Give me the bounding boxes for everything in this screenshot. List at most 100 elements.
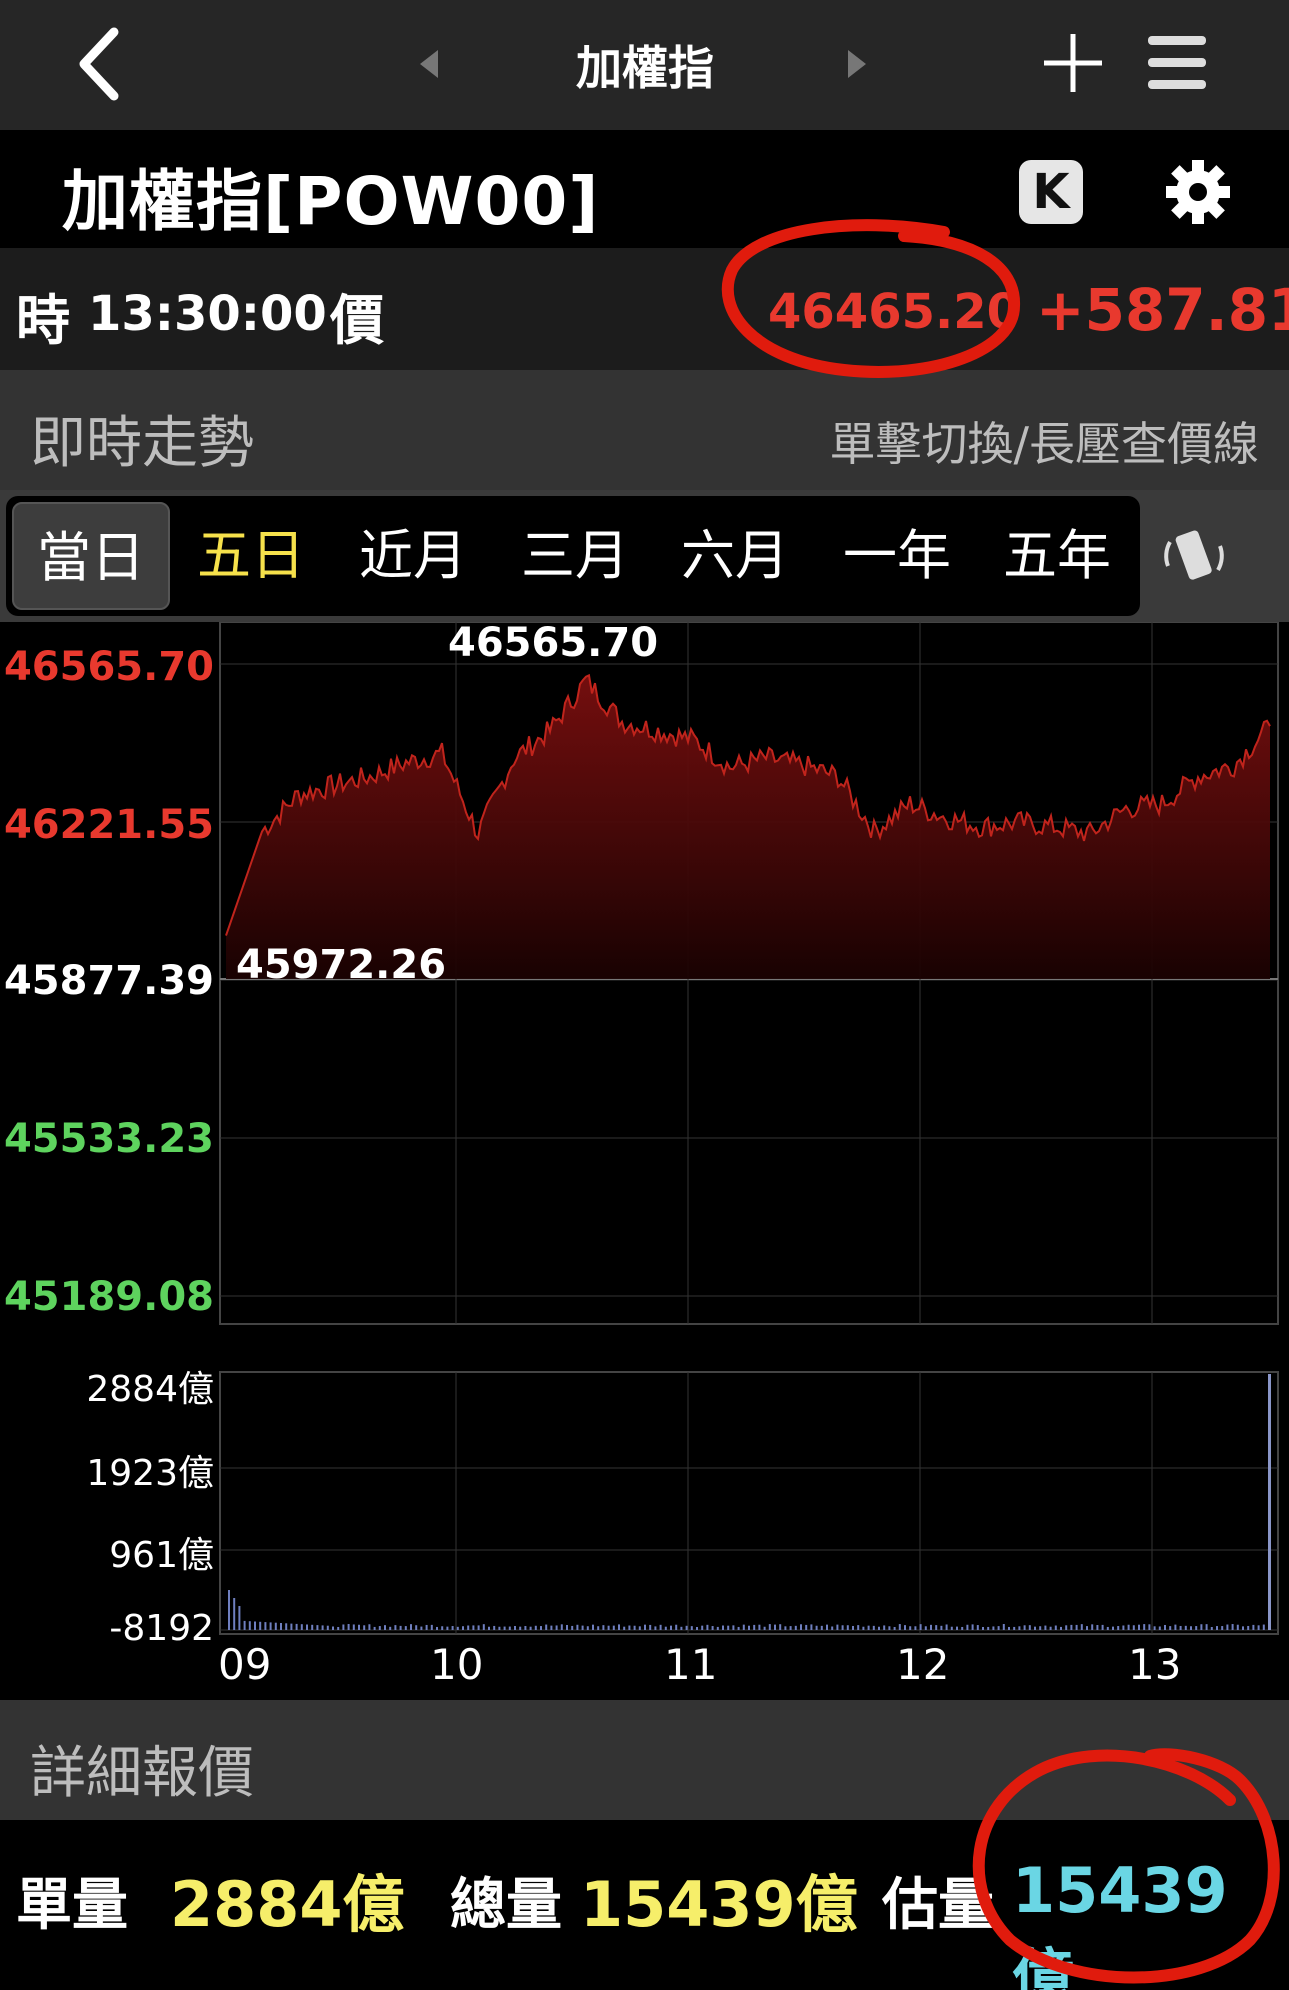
volume-bar (1127, 1624, 1130, 1630)
volume-bar (243, 1620, 246, 1630)
volume-bar (774, 1624, 776, 1630)
volume-bar (1226, 1624, 1229, 1630)
volume-bar (415, 1625, 418, 1630)
volume-bar (581, 1625, 584, 1630)
y-tick-label: 45877.39 (3, 958, 214, 1004)
volume-bar (280, 1623, 282, 1630)
volume-bar (659, 1624, 662, 1630)
tab-month[interactable]: 近月 (334, 502, 492, 610)
menu-icon[interactable] (1146, 32, 1208, 94)
volume-bar (966, 1624, 969, 1630)
volume-bar (1190, 1626, 1192, 1630)
volume-bar (1236, 1624, 1239, 1630)
volume-bar (358, 1624, 360, 1630)
volume-bar (810, 1624, 813, 1630)
volume-bar (477, 1625, 480, 1630)
next-symbol-icon[interactable] (848, 50, 866, 78)
tab-three-month[interactable]: 三月 (496, 502, 654, 610)
volume-bar (618, 1624, 620, 1630)
volume-bar (1132, 1625, 1135, 1630)
volume-bar (503, 1626, 506, 1630)
volume-bar (950, 1626, 953, 1630)
volume-bar (482, 1624, 485, 1630)
volume-bar (1179, 1625, 1182, 1630)
symbol-bar: 加權指[POW00] K (0, 130, 1289, 248)
volume-bar (789, 1626, 792, 1630)
volume-bar (638, 1626, 641, 1630)
volume-bar (1101, 1624, 1104, 1630)
volume-bar (436, 1626, 438, 1630)
volume-bar (898, 1624, 901, 1630)
volume-bar (285, 1623, 288, 1630)
tab-today[interactable]: 當日 (12, 502, 170, 610)
volume-bar (519, 1626, 522, 1630)
volume-bar (597, 1626, 600, 1630)
tab-five-day[interactable]: 五日 (172, 502, 330, 610)
volume-bar (1060, 1626, 1062, 1630)
gear-icon[interactable] (1164, 158, 1232, 226)
rotate-screen-icon[interactable] (1160, 522, 1228, 590)
volume-bar (430, 1624, 433, 1630)
y-tick-label: 45189.08 (3, 1274, 214, 1320)
nav-bar: 加權指 (0, 0, 1289, 130)
plus-icon[interactable] (1040, 30, 1106, 96)
volume-bar (1070, 1624, 1073, 1630)
volume-bar (540, 1626, 542, 1630)
price-change: +587.81 (1036, 276, 1289, 344)
volume-bar (940, 1625, 943, 1630)
volume-bar (852, 1625, 854, 1630)
x-tick-label: 09 (218, 1640, 272, 1689)
volume-bar (321, 1625, 324, 1630)
volume-bar (690, 1626, 693, 1630)
volume-bar (997, 1626, 1000, 1630)
volume-bar (1174, 1624, 1177, 1630)
volume-bar (233, 1598, 236, 1630)
back-arrow-icon[interactable] (70, 24, 130, 104)
volume-bar (924, 1626, 927, 1630)
volume-bar (316, 1625, 319, 1630)
volume-bar (836, 1624, 839, 1630)
price-label: 價 (330, 289, 384, 352)
volume-bar (508, 1626, 511, 1630)
volume-bar (623, 1626, 626, 1630)
volume-bar (1164, 1624, 1166, 1630)
estimated-volume-label: 估量 (882, 1873, 994, 1938)
tab-six-month[interactable]: 六月 (656, 502, 814, 610)
volume-bar (238, 1606, 241, 1630)
volume-bar (612, 1625, 615, 1630)
volume-bar (664, 1626, 667, 1630)
prev-symbol-icon[interactable] (420, 50, 438, 78)
intraday-chart[interactable]: 46565.70 46221.55 45877.39 45533.23 4518… (0, 620, 1289, 1702)
volume-bar (841, 1625, 844, 1630)
volume-bar (1200, 1624, 1203, 1630)
volume-bar (529, 1626, 532, 1630)
symbol-name: 加權指[POW00] (62, 163, 600, 240)
volume-bar (560, 1624, 563, 1630)
volume-bar (727, 1625, 730, 1630)
volume-bar (1008, 1626, 1010, 1630)
volume-bar (670, 1625, 672, 1630)
k-chart-button[interactable]: K (1019, 160, 1083, 224)
volume-bar (462, 1626, 464, 1630)
volume-bar (555, 1625, 558, 1630)
volume-bar (389, 1626, 392, 1630)
period-tabs: 當日 五日 近月 三月 六月 一年 五年 (0, 490, 1289, 622)
volume-tick-label: 2884億 (86, 1369, 214, 1410)
volume-bar (1205, 1624, 1208, 1630)
tab-five-year[interactable]: 五年 (978, 502, 1136, 610)
volume-bar (815, 1625, 818, 1630)
volume-bar (831, 1626, 834, 1630)
x-tick-label: 11 (664, 1640, 718, 1689)
volume-bar (675, 1624, 678, 1630)
estimated-volume-value: 15439億 (1012, 1854, 1228, 1990)
volume-bar (1122, 1625, 1125, 1630)
volume-bar (961, 1626, 964, 1630)
volume-bar (800, 1624, 802, 1630)
volume-bar (1049, 1626, 1052, 1630)
tab-one-year[interactable]: 一年 (818, 502, 976, 610)
volume-bar (1106, 1626, 1109, 1630)
trend-section-header[interactable]: 即時走勢 單擊切換/長壓查價線 (0, 370, 1289, 490)
volume-bar (1075, 1624, 1078, 1630)
volume-bar (987, 1626, 990, 1630)
volume-bar (332, 1626, 334, 1630)
